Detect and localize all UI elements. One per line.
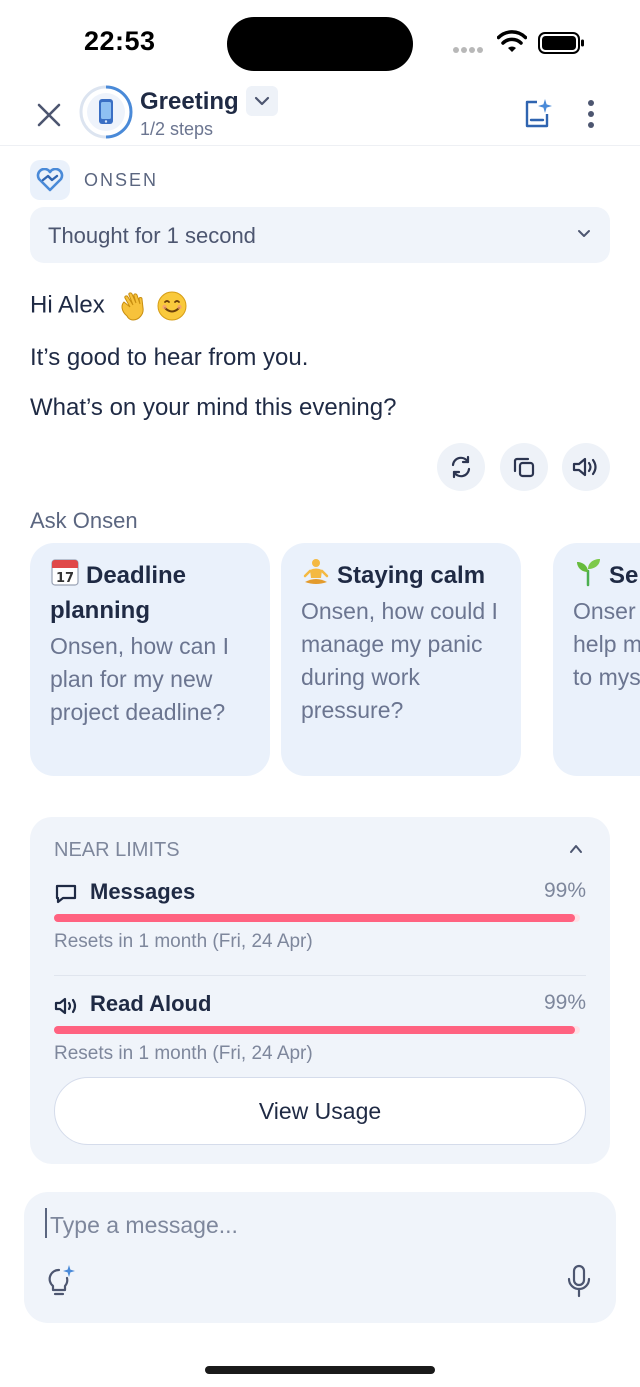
refresh-icon <box>451 455 471 479</box>
suggestion-body: Onser help m to mys <box>573 598 640 690</box>
more-vertical-icon <box>588 100 594 128</box>
meditation-icon <box>303 559 329 584</box>
chat-bubble-icon <box>55 884 77 904</box>
dynamic-island <box>227 17 413 71</box>
suggestion-title: Se compa <box>573 557 640 593</box>
suggestion-card[interactable]: 17 Deadline planning Onsen, how can I pl… <box>30 543 270 776</box>
status-bar: 22:53 <box>0 0 640 88</box>
suggestion-body: Onsen, how could I manage my panic durin… <box>301 598 498 723</box>
calendar-icon: 17 <box>51 559 79 586</box>
ask-onsen-label: Ask Onsen <box>30 508 138 533</box>
suggestion-title: 17 Deadline planning <box>50 557 250 628</box>
waving-hand-icon <box>121 292 144 321</box>
flow-steps: 1/2 steps <box>140 119 214 139</box>
suggestion-body: Onsen, how can I plan for my new project… <box>50 633 229 725</box>
notes-sparkle-icon <box>525 99 552 128</box>
view-usage-button[interactable]: View Usage <box>54 1077 586 1145</box>
notes-button[interactable] <box>518 94 558 134</box>
close-button[interactable] <box>30 96 68 134</box>
limit-reset: Resets in 1 month (Fri, 24 Apr) <box>54 1043 313 1064</box>
message-greeting: Hi Alex <box>30 290 188 322</box>
flow-dropdown-button[interactable] <box>246 86 278 116</box>
near-limits-panel: NEAR LIMITS Messages 99% Resets in 1 mon… <box>30 817 610 1164</box>
message-text: Hi Alex <box>30 291 105 319</box>
seedling-icon <box>577 559 600 587</box>
lightbulb-sparkle-icon[interactable] <box>46 1264 76 1298</box>
message-line: What’s on your mind this evening? <box>30 394 397 421</box>
divider <box>54 975 586 976</box>
limit-progress-fill <box>54 1026 575 1034</box>
flow-title[interactable]: Greeting <box>140 88 239 116</box>
message-sender: ONSEN <box>30 158 158 202</box>
limit-name: Messages <box>90 879 196 904</box>
svg-text:17: 17 <box>56 571 74 586</box>
suggestion-card[interactable]: Se compa Onser help m to mys <box>553 543 640 776</box>
speaker-icon <box>54 997 77 1015</box>
wifi-icon <box>497 30 527 52</box>
text-cursor <box>45 1208 47 1238</box>
copy-button[interactable] <box>500 443 548 491</box>
message-input[interactable]: Type a message... <box>50 1212 238 1239</box>
suggestion-carousel[interactable]: 17 Deadline planning Onsen, how can I pl… <box>0 543 640 777</box>
suggestion-title: Staying calm <box>301 557 501 593</box>
limit-progress-fill <box>54 914 575 922</box>
chevron-down-icon <box>578 230 590 237</box>
thought-toggle[interactable]: Thought for 1 second <box>30 207 610 263</box>
close-icon <box>37 103 61 127</box>
read-aloud-button[interactable] <box>562 443 610 491</box>
home-indicator[interactable] <box>205 1366 435 1374</box>
thought-label: Thought for 1 second <box>48 223 256 248</box>
chevron-up-icon[interactable] <box>568 841 584 857</box>
limit-reset: Resets in 1 month (Fri, 24 Apr) <box>54 931 313 952</box>
onsen-logo-icon <box>30 160 70 200</box>
speaker-icon <box>572 457 597 477</box>
flow-progress-avatar[interactable] <box>78 84 134 140</box>
status-time: 22:53 <box>84 26 156 56</box>
battery-icon <box>538 32 584 54</box>
near-limits-heading: NEAR LIMITS <box>54 839 180 861</box>
message-composer: Type a message... <box>24 1192 616 1323</box>
limit-progress-bar <box>54 914 580 922</box>
message-line: It’s good to hear from you. <box>30 344 309 371</box>
limit-progress-bar <box>54 1026 580 1034</box>
microphone-icon[interactable] <box>566 1264 592 1298</box>
limit-percent: 99% <box>543 991 586 1014</box>
chevron-down-icon <box>254 96 270 106</box>
chat-header: Greeting 1/2 steps <box>0 85 640 146</box>
regenerate-button[interactable] <box>437 443 485 491</box>
smiling-face-icon <box>157 291 187 321</box>
limit-name: Read Aloud <box>90 991 212 1016</box>
limit-percent: 99% <box>543 879 586 902</box>
signal-icon <box>453 40 487 53</box>
sender-name: ONSEN <box>84 169 159 190</box>
suggestion-card[interactable]: Staying calm Onsen, how could I manage m… <box>281 543 521 776</box>
more-options-button[interactable] <box>572 94 610 134</box>
copy-icon <box>513 457 535 478</box>
